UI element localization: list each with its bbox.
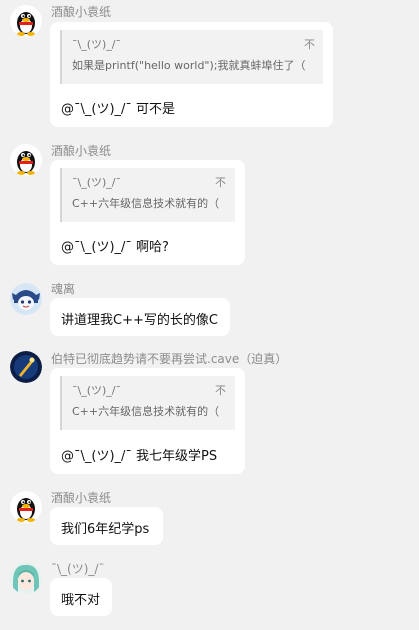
chat-message: ¯\_(ツ)_/¯ 哦不对 — [0, 557, 419, 627]
sender-name[interactable]: 酒酿小袁纸 — [51, 489, 111, 506]
sender-name[interactable]: 酒酿小袁纸 — [51, 142, 111, 159]
quoted-message[interactable]: ¯\_(ツ)_/¯ 不 C++六年级信息技术就有的（ — [60, 376, 235, 430]
message-bubble[interactable]: ¯\_(ツ)_/¯ 不 C++六年级信息技术就有的（ @¯\_(ツ)_/¯ 我七… — [50, 368, 245, 474]
quote-text: C++六年级信息技术就有的（ — [72, 197, 220, 210]
message-bubble[interactable]: ¯\_(ツ)_/¯ 不 如果是printf("hello world");我就真… — [50, 22, 333, 127]
avatar[interactable] — [10, 562, 42, 594]
message-bubble[interactable]: 我们6年纪学ps — [50, 507, 163, 545]
chat-message: 酒酿小袁纸 ¯\_(ツ)_/¯ 不 如果是printf("hello world… — [0, 0, 419, 130]
chat-message: 魂离 讲道理我C++写的长的像C — [0, 278, 419, 340]
quote-text: C++六年级信息技术就有的（ — [72, 405, 220, 418]
quote-icon: 不 — [215, 176, 226, 189]
anime-character-icon — [10, 283, 42, 315]
quote-author: ¯\_(ツ)_/¯ — [72, 176, 121, 189]
quote-icon: 不 — [304, 38, 315, 51]
quote-author: ¯\_(ツ)_/¯ — [72, 38, 121, 51]
chat-message: 伯特已彻底趋势请不要再尝试.cave（迫真） ¯\_(ツ)_/¯ 不 C++六年… — [0, 348, 419, 478]
qq-penguin-icon — [10, 5, 42, 37]
message-text: 哦不对 — [61, 593, 101, 608]
dark-blue-avatar-icon — [10, 351, 42, 383]
avatar[interactable] — [10, 5, 42, 37]
message-text: @¯\_(ツ)_/¯ 我七年级学PS — [61, 449, 218, 464]
avatar[interactable] — [10, 351, 42, 383]
quote-text: 如果是printf("hello world");我就真蚌埠住了（ — [72, 59, 306, 72]
avatar[interactable] — [10, 144, 42, 176]
message-text: @¯\_(ツ)_/¯ 可不是 — [61, 102, 176, 117]
qq-penguin-icon — [10, 491, 42, 523]
anime-girl-icon — [10, 562, 42, 594]
quoted-message[interactable]: ¯\_(ツ)_/¯ 不 如果是printf("hello world");我就真… — [60, 30, 323, 84]
quoted-message[interactable]: ¯\_(ツ)_/¯ 不 C++六年级信息技术就有的（ — [60, 168, 235, 222]
avatar[interactable] — [10, 283, 42, 315]
sender-name[interactable]: 酒酿小袁纸 — [51, 3, 111, 20]
chat-message: 酒酿小袁纸 ¯\_(ツ)_/¯ 不 C++六年级信息技术就有的（ @¯\_(ツ)… — [0, 140, 419, 270]
sender-name[interactable]: ¯\_(ツ)_/¯ — [51, 560, 104, 577]
message-bubble[interactable]: ¯\_(ツ)_/¯ 不 C++六年级信息技术就有的（ @¯\_(ツ)_/¯ 啊哈… — [50, 160, 245, 265]
sender-name[interactable]: 伯特已彻底趋势请不要再尝试.cave（迫真） — [51, 350, 287, 367]
avatar[interactable] — [10, 491, 42, 523]
message-text: 我们6年纪学ps — [61, 522, 150, 537]
chat-message: 酒酿小袁纸 我们6年纪学ps — [0, 486, 419, 550]
qq-penguin-icon — [10, 144, 42, 176]
message-bubble[interactable]: 哦不对 — [50, 578, 112, 616]
sender-name[interactable]: 魂离 — [51, 280, 75, 297]
quote-icon: 不 — [215, 384, 226, 397]
message-bubble[interactable]: 讲道理我C++写的长的像C — [50, 298, 230, 336]
message-text: @¯\_(ツ)_/¯ 啊哈? — [61, 240, 169, 255]
message-text: 讲道理我C++写的长的像C — [61, 313, 218, 328]
quote-author: ¯\_(ツ)_/¯ — [72, 384, 121, 397]
